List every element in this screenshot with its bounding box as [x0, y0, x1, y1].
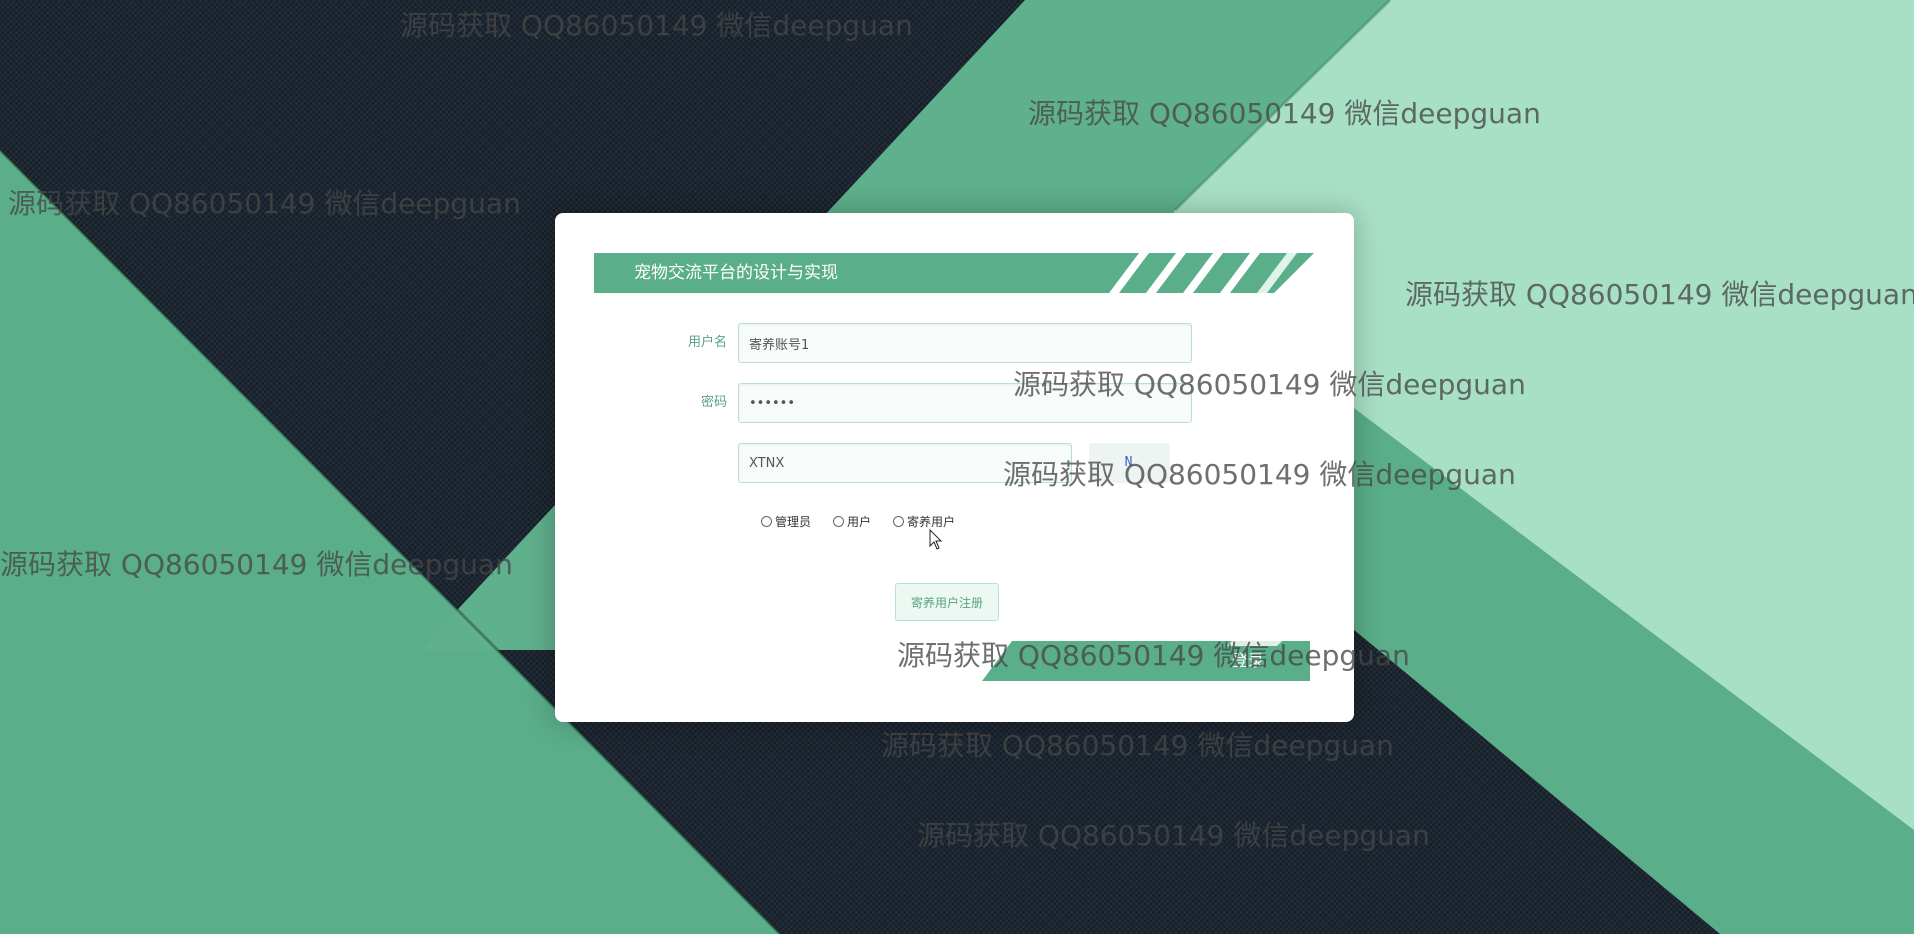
- role-option-admin[interactable]: 管理员: [761, 513, 811, 530]
- login-page: 源码获取 QQ86050149 微信deepguan 源码获取 QQ860501…: [0, 0, 1914, 934]
- password-label: 密码: [700, 395, 727, 410]
- radio-button[interactable]: [761, 515, 772, 527]
- page-title: 宠物交流平台的设计与实现: [634, 263, 838, 283]
- radio-button[interactable]: [893, 515, 905, 527]
- username-label: 用户名: [687, 335, 727, 350]
- captcha-image[interactable]: N: [1089, 443, 1170, 483]
- register-button[interactable]: 寄养用户注册: [895, 583, 999, 621]
- login-card: 宠物交流平台的设计与实现 用户名 密码 N 管理员 用户 寄养: [555, 213, 1354, 722]
- role-selector: 管理员 用户 寄养用户: [761, 511, 977, 531]
- role-label: 寄养用户: [907, 514, 956, 529]
- password-row: 密码: [555, 383, 1354, 423]
- radio-button[interactable]: [833, 515, 845, 527]
- title-bar: 宠物交流平台的设计与实现: [594, 253, 1314, 293]
- password-input[interactable]: [738, 383, 1192, 423]
- mouse-cursor-icon: [929, 529, 943, 550]
- role-label: 用户: [847, 514, 872, 529]
- role-label: 管理员: [775, 514, 812, 529]
- role-option-foster-user[interactable]: 寄养用户: [893, 513, 955, 530]
- role-option-user[interactable]: 用户: [833, 513, 871, 530]
- username-input[interactable]: [738, 323, 1192, 363]
- login-button[interactable]: 登录: [982, 641, 1310, 681]
- captcha-input[interactable]: [738, 443, 1072, 483]
- captcha-row: N: [555, 443, 1354, 483]
- login-button-label: 登录: [1232, 651, 1265, 670]
- username-row: 用户名: [555, 323, 1354, 363]
